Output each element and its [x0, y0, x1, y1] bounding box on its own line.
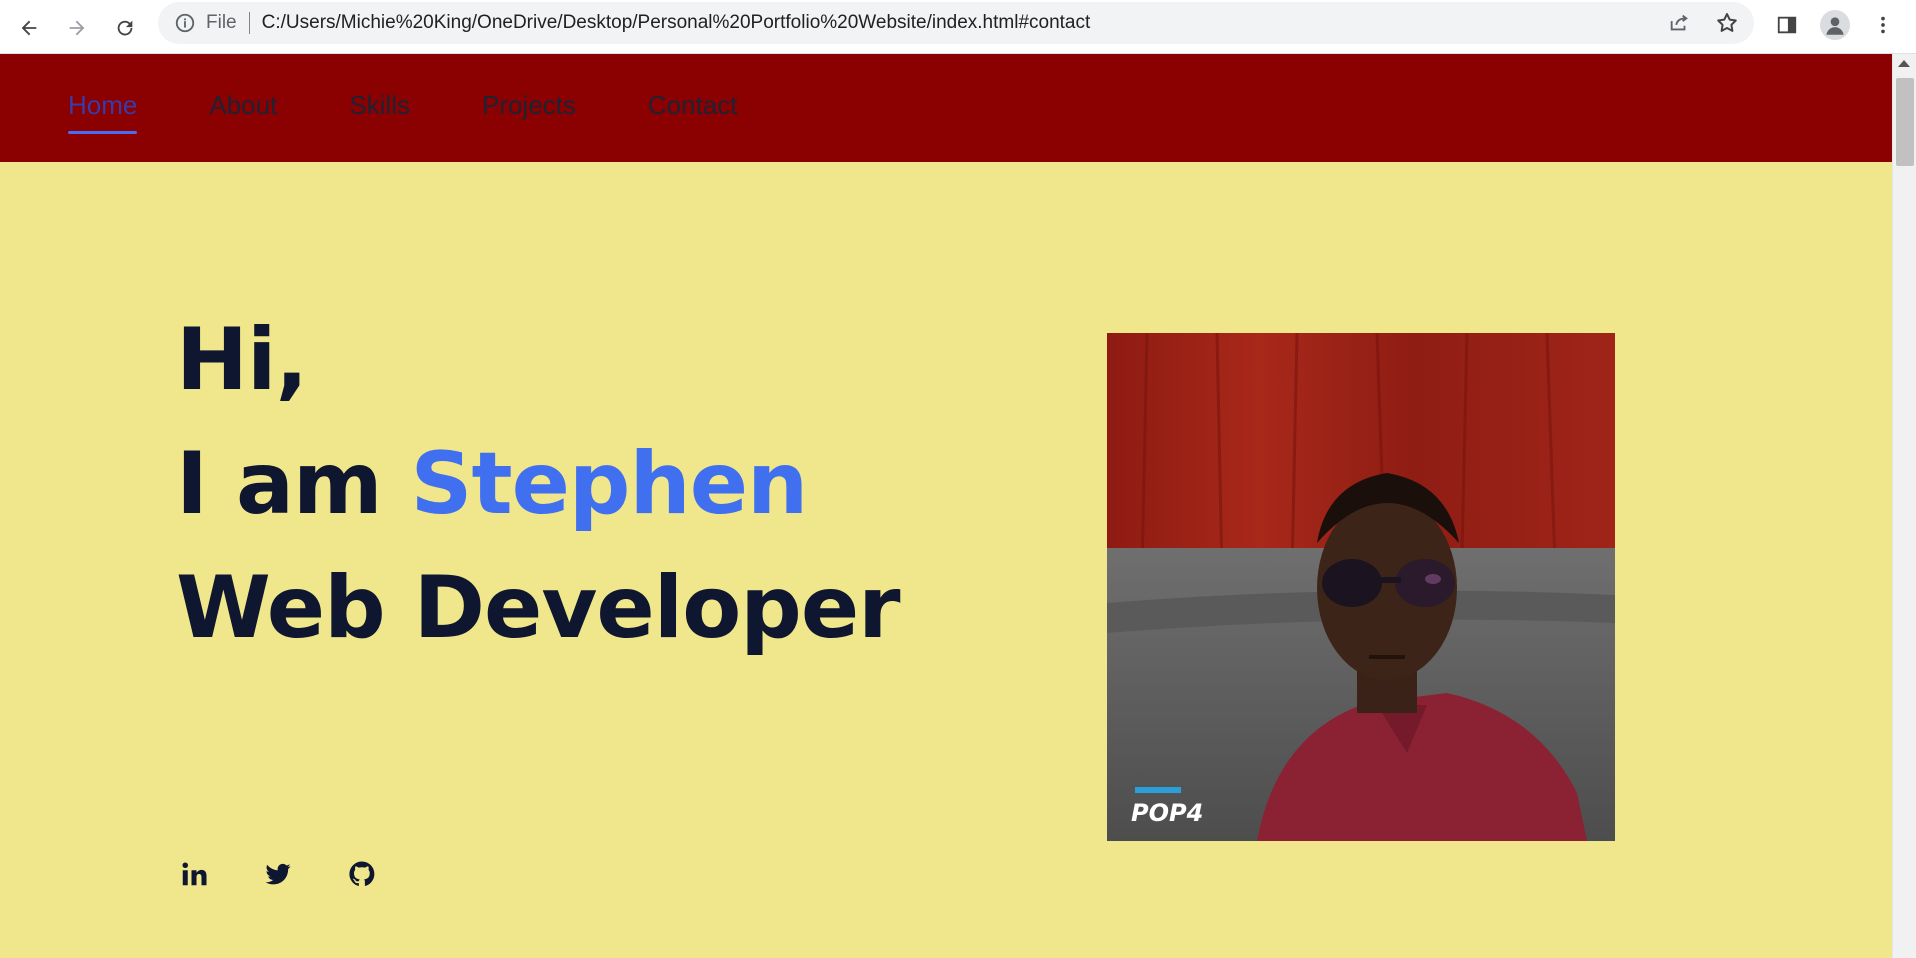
scheme-label: File	[206, 12, 237, 33]
social-links	[178, 858, 378, 890]
nav-link-projects[interactable]: Projects	[482, 90, 576, 140]
side-panel-icon[interactable]	[1768, 6, 1806, 44]
site-header: Home About Skills Projects Contact	[0, 54, 1892, 162]
info-icon[interactable]	[174, 12, 196, 34]
scrollbar-thumb[interactable]	[1896, 78, 1914, 166]
profile-avatar-icon[interactable]	[1816, 6, 1854, 44]
nav-link-skills[interactable]: Skills	[349, 90, 410, 140]
reload-icon[interactable]	[106, 9, 144, 47]
profile-photo: POP4	[1107, 333, 1615, 841]
nav-link-home[interactable]: Home	[68, 90, 138, 140]
share-icon[interactable]	[1666, 10, 1692, 36]
hero-name: Stephen	[410, 434, 809, 534]
scroll-up-arrow-icon[interactable]	[1898, 60, 1910, 67]
photo-watermark: POP4	[1131, 799, 1203, 827]
hero-intro-prefix: I am	[176, 434, 411, 534]
nav-link-contact[interactable]: Contact	[648, 90, 738, 140]
twitter-icon[interactable]	[262, 858, 294, 890]
scrollbar[interactable]	[1892, 54, 1916, 958]
hero-greeting: Hi,	[176, 310, 308, 410]
hero-role: Web Developer	[176, 558, 901, 658]
hero-section: Hi, I am Stephen Web Developer POP4	[0, 162, 1892, 958]
linkedin-icon[interactable]	[178, 858, 210, 890]
site-nav: Home About Skills Projects Contact	[68, 90, 810, 140]
nav-link-about[interactable]: About	[209, 90, 277, 140]
forward-arrow-icon[interactable]	[58, 9, 96, 47]
github-icon[interactable]	[346, 858, 378, 890]
menu-kebab-icon[interactable]	[1864, 6, 1902, 44]
hero-intro: I am Stephen	[176, 434, 809, 534]
divider	[248, 12, 250, 34]
address-bar[interactable]: File C:/Users/Michie%20King/OneDrive/Des…	[158, 2, 1754, 44]
browser-toolbar: File C:/Users/Michie%20King/OneDrive/Des…	[0, 0, 1916, 54]
url-text[interactable]: C:/Users/Michie%20King/OneDrive/Desktop/…	[262, 12, 1091, 34]
back-arrow-icon[interactable]	[10, 9, 48, 47]
bookmark-star-icon[interactable]	[1714, 10, 1740, 36]
